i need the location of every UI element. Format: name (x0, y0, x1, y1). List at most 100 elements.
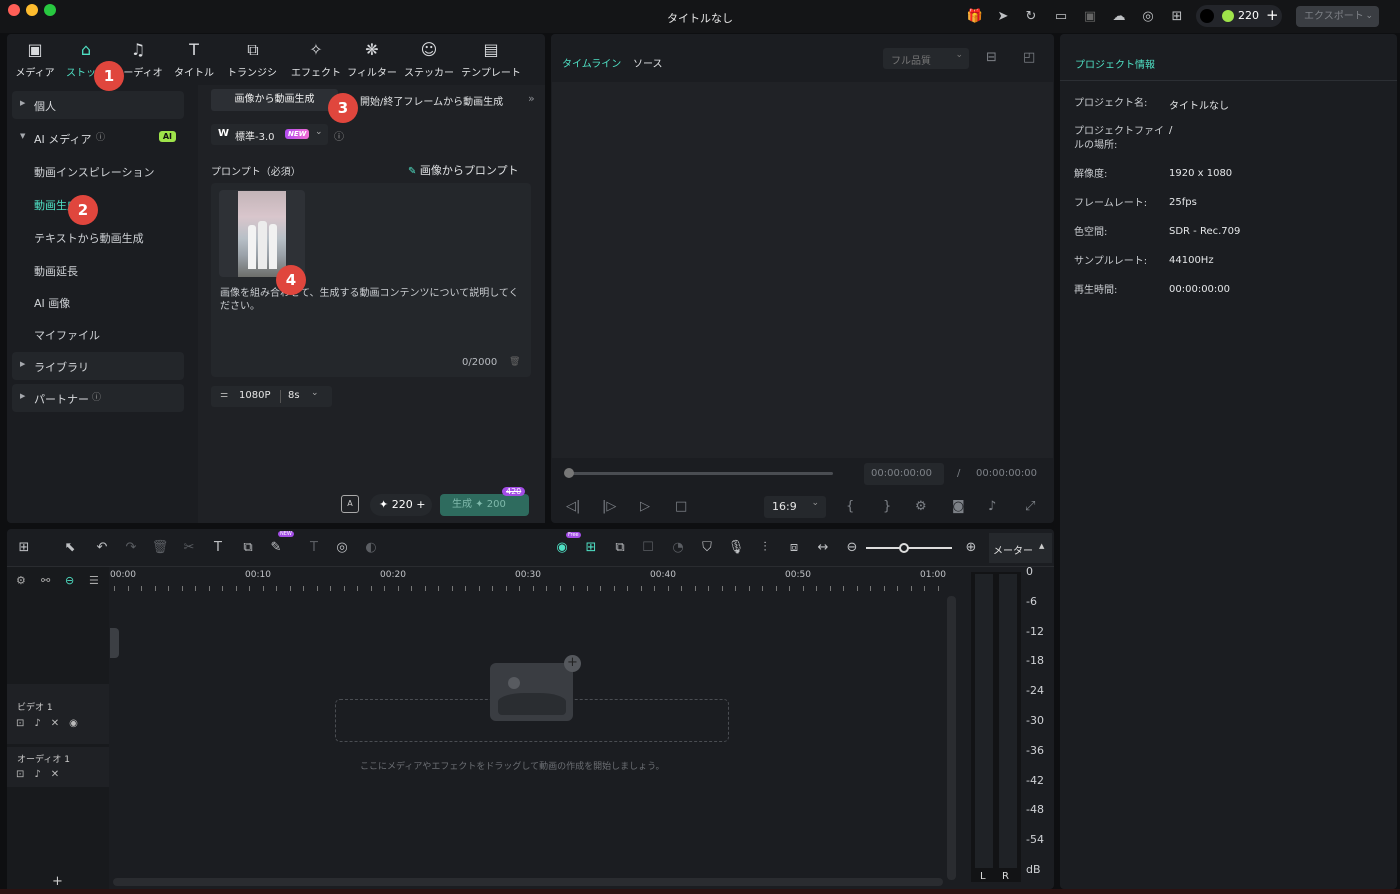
tab-start-end-frame[interactable]: 開始/終了フレームから動画生成 (360, 93, 503, 108)
add-plus-icon[interactable]: + (564, 655, 581, 672)
select-tool-icon[interactable]: ⬉ (60, 540, 80, 558)
theme-toggle[interactable] (1200, 9, 1214, 23)
sidebar-item-ai-image[interactable]: AI 画像 (34, 295, 70, 311)
mute-icon[interactable]: ✕ (51, 769, 69, 780)
image-to-prompt-button[interactable]: ✎ 画像からプロンプト (408, 162, 519, 178)
tab-timeline[interactable]: タイムライン (562, 55, 621, 70)
undo-icon[interactable]: ↶ (92, 540, 112, 558)
vertical-scrollbar[interactable] (947, 596, 956, 880)
playhead-handle[interactable] (564, 468, 574, 478)
panel-layout-icon[interactable]: ⊞ (14, 540, 34, 558)
tab-transition[interactable]: ⧉ トランジション (227, 40, 279, 79)
sidebar-item-video-inspiration[interactable]: 動画インスピレーション (34, 164, 155, 180)
audio-track-controls[interactable]: ⊡♪✕ (16, 769, 69, 780)
generator-credits[interactable]: ✦ 220 + (370, 494, 432, 516)
video-track-controls[interactable]: ⊡♪✕◉ (16, 718, 88, 729)
fit-icon[interactable]: ↔ (813, 540, 833, 558)
ai-settings-icon[interactable]: A (341, 495, 359, 513)
sync-icon[interactable]: ↻ (1022, 8, 1040, 26)
credit-balance[interactable]: 220 + (1196, 5, 1282, 27)
waveform-icon[interactable]: ◰ (1023, 50, 1035, 65)
delete-icon[interactable]: 🗑 (150, 540, 170, 558)
grid-view-icon[interactable]: ⊟ (986, 50, 997, 65)
replace-icon[interactable]: ⧈ (784, 540, 804, 558)
zoom-out-icon[interactable]: ⊖ (842, 540, 862, 558)
trash-icon[interactable]: 🗑 (509, 357, 520, 367)
sidebar-item-text-to-video[interactable]: テキストから動画生成 (34, 230, 144, 246)
tab-source[interactable]: ソース (633, 55, 663, 70)
step-forward-icon[interactable]: |▷ (602, 499, 616, 514)
playback-progress[interactable] (568, 472, 833, 475)
mark-out-icon[interactable]: } (883, 499, 891, 514)
volume-icon[interactable]: ♪ (988, 499, 996, 514)
cut-icon[interactable]: ✂ (179, 540, 199, 558)
zoom-in-icon[interactable]: ⊕ (961, 540, 981, 558)
pen-tool-icon[interactable]: ✎ (266, 540, 286, 558)
add-track-icon[interactable]: + (52, 874, 63, 889)
help-icon[interactable]: ⓘ (334, 128, 344, 143)
snapshot-icon[interactable]: ◙ (952, 499, 965, 514)
add-credit-icon[interactable]: + (1266, 6, 1279, 24)
tab-title[interactable]: T タイトル (168, 40, 220, 79)
ai-text-icon[interactable]: T (304, 540, 324, 558)
speaker-icon[interactable]: ♪ (34, 718, 50, 729)
headset-icon[interactable]: ◎ (1139, 8, 1157, 26)
color-icon[interactable]: ◐ (361, 540, 381, 558)
help-icon[interactable]: ⓘ (96, 130, 105, 143)
fullscreen-icon[interactable]: ⤢ (1025, 499, 1035, 514)
more-tabs-icon[interactable]: » (528, 92, 535, 105)
sidebar-item-ai-media[interactable]: ▼ AI メディア ⓘ AI (12, 124, 184, 152)
apps-grid-icon[interactable]: ⊞ (1168, 8, 1186, 26)
lock-icon[interactable]: ⊡ (16, 769, 34, 780)
tab-filter[interactable]: ❋ フィルター (346, 40, 398, 79)
help-icon[interactable]: ⓘ (92, 390, 101, 403)
redo-icon[interactable]: ↷ (121, 540, 141, 558)
sidebar-item-partner[interactable]: ▶ パートナー ⓘ (12, 384, 184, 412)
split-scene-icon[interactable]: ⊞ (581, 540, 601, 558)
sidebar-item-video-extend[interactable]: 動画延長 (34, 263, 78, 279)
ai-copilot-icon[interactable]: ◉ (552, 540, 572, 558)
ai-motion-icon[interactable]: ◎ (332, 540, 352, 558)
render-settings-icon[interactable]: ⚙ (915, 499, 927, 514)
sidebar-item-personal[interactable]: ▶ 個人 (12, 91, 184, 119)
lock-icon[interactable]: ⊡ (16, 718, 34, 729)
prompt-input[interactable]: 画像を組み合わせて、生成する動画コンテンツについて説明してください。 (220, 287, 526, 313)
generate-button[interactable]: 生成 ✦ 200 (440, 494, 529, 516)
cloud-upload-icon[interactable]: ☁ (1110, 8, 1128, 26)
mute-icon[interactable]: ✕ (51, 718, 69, 729)
tab-media[interactable]: ▣ メディア (9, 40, 61, 79)
meter-toggle[interactable]: メーター ▲ (989, 533, 1052, 563)
tab-effect[interactable]: ✧ エフェクト (290, 40, 342, 79)
speaker-icon[interactable]: ♪ (34, 769, 50, 780)
track-layout-icon[interactable]: ☰ (89, 574, 99, 587)
shield-icon[interactable]: ⛉ (697, 540, 717, 558)
mark-in-icon[interactable]: { (846, 499, 854, 514)
zoom-slider[interactable] (866, 547, 952, 549)
eye-icon[interactable]: ◉ (69, 718, 88, 729)
sidebar-item-library[interactable]: ▶ ライブラリ (12, 352, 184, 380)
link-icon[interactable]: ⊖ (65, 574, 74, 587)
sticker-tool-icon[interactable]: ☐ (638, 540, 658, 558)
horizontal-scrollbar[interactable] (113, 878, 943, 886)
mixer-icon[interactable]: ⫶ (755, 540, 775, 558)
unlink-icon[interactable]: ⚯ (41, 574, 50, 587)
zoom-slider-handle[interactable] (899, 543, 909, 553)
tab-template[interactable]: ▤ テンプレート (461, 40, 521, 79)
clip-icon[interactable]: ⧉ (610, 540, 630, 558)
save-icon[interactable]: ▣ (1081, 8, 1099, 26)
stop-icon[interactable]: □ (675, 499, 687, 514)
mic-icon[interactable]: 🎙 (726, 540, 746, 558)
collapse-handle[interactable] (110, 628, 119, 658)
export-button[interactable]: エクスポート ⌄ (1296, 6, 1379, 27)
crop-icon[interactable]: ⧉ (238, 540, 258, 558)
resolution-duration-select[interactable]: ⚌ 1080P 8s ⌄ (211, 386, 332, 407)
send-icon[interactable]: ➤ (994, 8, 1012, 26)
speed-icon[interactable]: ◔ (668, 540, 688, 558)
sidebar-item-my-files[interactable]: マイファイル (34, 327, 100, 343)
aspect-ratio-select[interactable]: 16:9 ⌄ (764, 496, 826, 518)
tab-sticker[interactable]: ☺ ステッカー (403, 40, 455, 79)
tab-image-to-video[interactable]: 画像から動画生成 (211, 89, 338, 111)
gift-icon[interactable]: 🎁 (966, 8, 984, 26)
add-media-image-icon[interactable] (490, 663, 573, 721)
step-back-icon[interactable]: ◁| (566, 499, 580, 514)
